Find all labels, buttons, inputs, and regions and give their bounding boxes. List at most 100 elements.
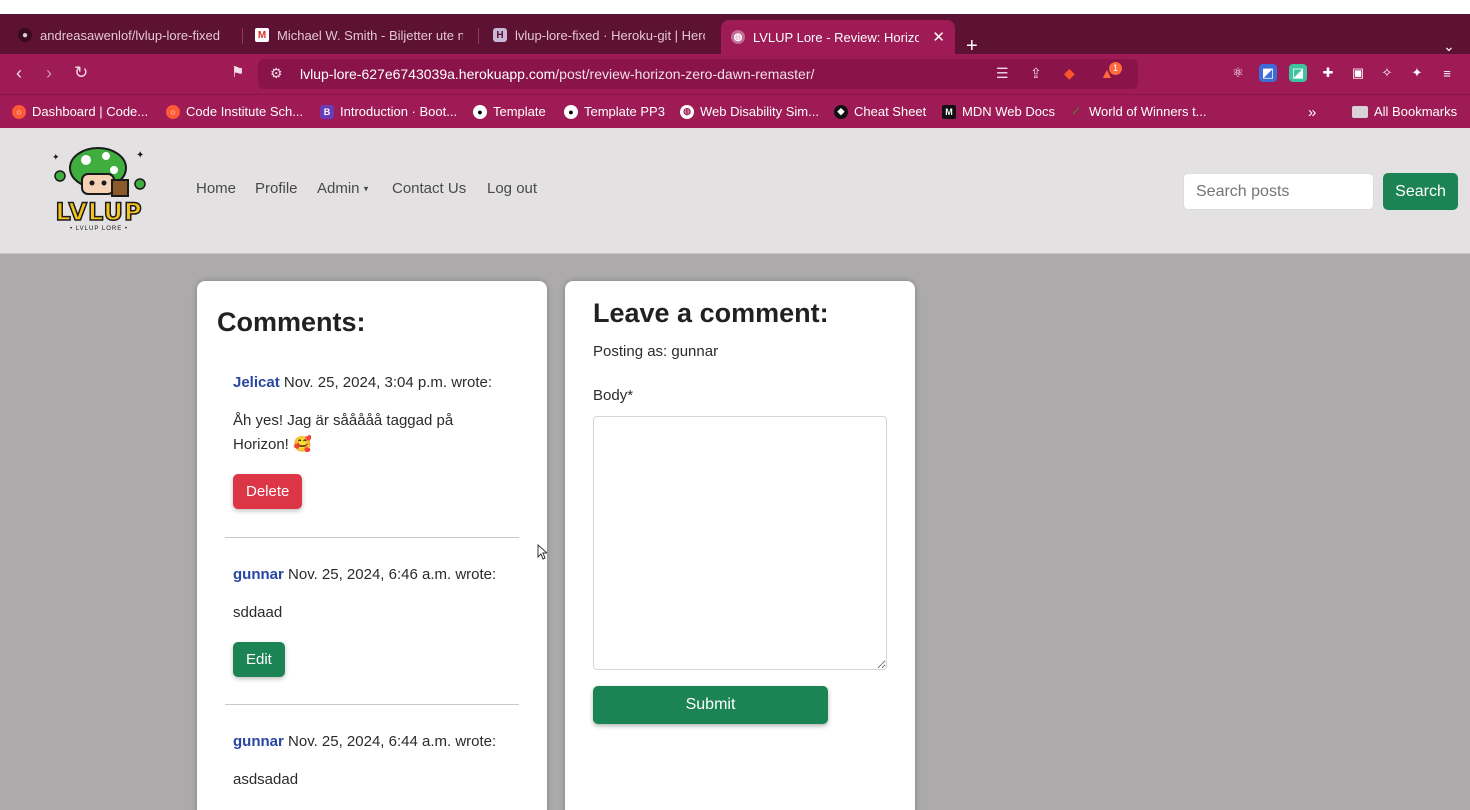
all-bookmarks-label: All Bookmarks [1374,104,1458,119]
tab-search-chevron-icon[interactable]: ⌄ [1443,38,1455,55]
url-host: lvlup-lore-627e6743039a.herokuapp.com [300,66,556,82]
bookmark-label: Web Disability Sim... [700,104,819,119]
logo-subtext: • LVLUP LORE • [70,226,128,232]
menu-icon[interactable]: ≡ [1438,64,1456,82]
bookmark-item[interactable]: ○ Code Institute Sch... [166,104,303,119]
code-institute-icon: ○ [12,104,26,119]
bookmark-item[interactable]: ○ Dashboard | Code... [12,104,148,119]
close-tab-icon[interactable]: ✕ [932,28,945,46]
reload-icon[interactable]: ↻ [74,62,88,84]
tab-title: LVLUP Lore - Review: Horizon Zero Dawn [753,29,919,45]
bookmark-item[interactable]: ● Template [473,104,546,119]
body-label: Body* [593,387,634,404]
bookmark-icon[interactable]: ⚑ [231,62,244,84]
github-icon: ● [473,104,487,119]
comment-body: sddaad [233,604,283,621]
bookmark-item[interactable]: M MDN Web Docs [942,104,1055,119]
bookmark-label: World of Winners t... [1089,104,1207,119]
forward-icon[interactable]: › [46,62,52,84]
browser-tab-bar: ● andreasawenlof/lvlup-lore-fixed M Mich… [0,14,1470,56]
tab-divider [478,28,479,44]
react-devtools-icon[interactable]: ⚛ [1229,64,1247,82]
delete-comment-button[interactable]: Delete [233,474,303,509]
comments-card: Comments: Jelicat Nov. 25, 2024, 3:04 p.… [197,281,547,810]
bookmark-item[interactable]: ◍ Web Disability Sim... [680,104,819,119]
tab-gmail[interactable]: M Michael W. Smith - Biljetter ute nu [245,20,473,50]
nav-log-out[interactable]: Log out [487,180,537,197]
site-navbar: ✦ ✦ LVLUP • LVLUP LORE • Home Profile Ad… [0,128,1470,254]
heroku-icon: H [493,28,507,42]
site-settings-icon[interactable]: ⚙ [270,65,283,82]
search-input[interactable] [1183,173,1374,210]
comment-item: gunnar Nov. 25, 2024, 6:44 a.m. wrote: a… [233,733,533,792]
comment-divider [225,704,519,705]
window-top-strip [0,0,1470,14]
extensions-puzzle-icon[interactable]: ✚ [1319,64,1337,82]
comment-divider [225,537,519,538]
code-institute-icon: ○ [166,104,180,119]
bookmark-item[interactable]: B Introduction · Boot... [320,104,457,119]
tab-heroku[interactable]: H lvlup-lore-fixed · Heroku-git | Heroku [483,20,715,50]
bookmark-label: Code Institute Sch... [186,104,304,119]
svg-text:✦: ✦ [52,153,60,163]
new-tab-button[interactable]: + [966,36,978,56]
extension-blue-icon[interactable]: ◩ [1259,64,1277,82]
form-heading: Leave a comment: [593,298,829,328]
url-text[interactable]: lvlup-lore-627e6743039a.herokuapp.com/po… [300,66,814,82]
leo-ai-icon[interactable]: ✧ [1378,64,1396,82]
edit-comment-button[interactable]: Edit [233,642,285,677]
comment-body: Åh yes! Jag är sååååå taggad på Horizon!… [233,412,454,453]
svg-text:✦: ✦ [136,150,144,161]
nav-contact-us[interactable]: Contact Us [392,180,466,197]
share-icon[interactable]: ⇪ [1030,65,1042,82]
submit-button[interactable]: Submit [593,686,828,724]
bookmark-item[interactable]: ⟋ World of Winners t... [1069,104,1207,119]
nav-admin[interactable]: Admin ▾ [317,180,368,197]
all-bookmarks-folder[interactable]: All Bookmarks [1352,104,1457,119]
reader-mode-icon[interactable]: ☰ [996,65,1009,82]
search-button[interactable]: Search [1383,173,1458,210]
comment-meta: Jelicat Nov. 25, 2024, 3:04 p.m. wrote: [233,374,533,391]
back-icon[interactable]: ‹ [16,62,22,84]
comment-author: gunnar [233,733,284,750]
globe-icon: ◍ [680,104,694,119]
comments-heading: Comments: [217,307,366,337]
comment-date: Nov. 25, 2024, 6:44 a.m. [288,733,452,750]
brave-shields-icon[interactable]: ◆ [1064,65,1075,82]
comment-date: Nov. 25, 2024, 3:04 p.m. [283,374,448,391]
comment-body-textarea[interactable] [593,416,887,670]
rewards-badge: 1 [1109,62,1122,75]
tab-divider [242,28,243,44]
nav-home[interactable]: Home [196,180,236,197]
caret-down-icon: ▾ [363,183,369,194]
comment-date: Nov. 25, 2024, 6:46 a.m. [288,566,452,583]
bookmark-item[interactable]: ◆ Cheat Sheet [834,104,926,119]
github-icon: ● [18,28,32,42]
bookmark-item[interactable]: ● Template PP3 [564,104,665,119]
folder-icon [1352,105,1368,118]
more-bookmarks-chevron-icon[interactable]: » [1308,104,1316,121]
bootstrap-icon: B [320,104,334,119]
bookmark-label: Cheat Sheet [854,104,927,119]
extension-green-icon[interactable]: ◪ [1289,64,1307,82]
tab-lvlup-lore-active[interactable]: ◍ LVLUP Lore - Review: Horizon Zero Dawn… [721,20,955,54]
comment-item: Jelicat Nov. 25, 2024, 3:04 p.m. wrote: … [233,374,533,509]
comment-author: gunnar [233,566,284,583]
comment-wrote: wrote: [451,374,493,391]
address-bar[interactable]: ⚙ lvlup-lore-627e6743039a.herokuapp.com/… [258,59,1138,89]
bookmark-label: Introduction · Boot... [340,104,458,119]
site-logo[interactable]: ✦ ✦ LVLUP • LVLUP LORE • [44,146,154,236]
posting-as-text: Posting as: gunnar [593,343,719,360]
sidebar-icon[interactable]: ▣ [1349,64,1367,82]
mouse-cursor-icon [537,544,547,560]
comment-author: Jelicat [233,374,280,391]
comment-meta: gunnar Nov. 25, 2024, 6:44 a.m. wrote: [233,733,533,750]
comment-form-card: Leave a comment: Posting as: gunnar Body… [565,281,915,810]
tab-title: lvlup-lore-fixed · Heroku-git | Heroku [515,27,705,43]
profile-icon[interactable]: ✦ [1408,64,1426,82]
tab-title: andreasawenlof/lvlup-lore-fixed [40,27,220,43]
tab-github[interactable]: ● andreasawenlof/lvlup-lore-fixed [8,20,238,50]
comment-item: gunnar Nov. 25, 2024, 6:46 a.m. wrote: s… [233,566,533,677]
nav-profile[interactable]: Profile [255,180,298,197]
bookmarks-bar: ○ Dashboard | Code... ○ Code Institute Sch… [0,94,1470,128]
